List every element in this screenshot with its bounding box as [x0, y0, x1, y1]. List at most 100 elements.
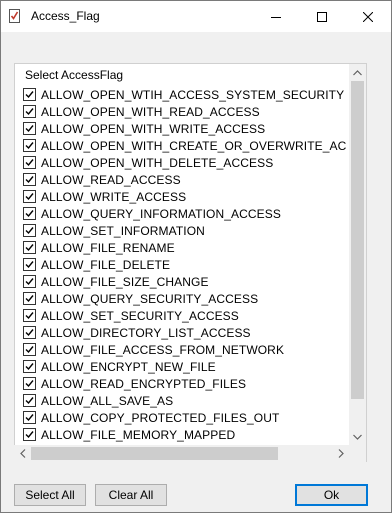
- flag-list-item[interactable]: ALLOW_FILE_SIZE_CHANGE: [21, 273, 347, 290]
- flag-checkbox[interactable]: [23, 326, 36, 339]
- flag-checkbox[interactable]: [23, 360, 36, 373]
- checkmark-icon: [25, 312, 34, 320]
- checkmark-icon: [25, 210, 34, 218]
- flag-list-item[interactable]: ALLOW_COPY_PROTECTED_FILES_OUT: [21, 409, 347, 426]
- horizontal-scroll-thumb[interactable]: [31, 447, 278, 460]
- flag-label: ALLOW_OPEN_WITH_READ_ACCESS: [41, 104, 260, 119]
- flag-list-item[interactable]: ALLOW_DIRECTORY_LIST_ACCESS: [21, 324, 347, 341]
- scroll-left-arrow[interactable]: [14, 445, 31, 462]
- title-bar[interactable]: Access_Flag: [1, 1, 391, 32]
- flag-checkbox[interactable]: [23, 156, 36, 169]
- clear-all-button[interactable]: Clear All: [95, 484, 167, 506]
- flag-list-item[interactable]: ALLOW_SET_SECURITY_ACCESS: [21, 307, 347, 324]
- flag-checkbox[interactable]: [23, 394, 36, 407]
- flag-checkbox[interactable]: [23, 139, 36, 152]
- flag-label: ALLOW_SET_INFORMATION: [41, 223, 205, 238]
- flag-list-item[interactable]: ALLOW_ALL_SAVE_AS: [21, 392, 347, 409]
- flag-list-item[interactable]: ALLOW_OPEN_WITH_READ_ACCESS: [21, 103, 347, 120]
- flag-label: ALLOW_QUERY_SECURITY_ACCESS: [41, 291, 259, 306]
- checkmark-icon: [25, 397, 34, 405]
- checkmark-icon: [25, 108, 34, 116]
- maximize-button[interactable]: [299, 1, 345, 32]
- flag-label: ALLOW_SET_SECURITY_ACCESS: [41, 308, 239, 323]
- checkmark-icon: [25, 295, 34, 303]
- checkmark-icon: [25, 278, 34, 286]
- flag-list-item[interactable]: ALLOW_SET_INFORMATION: [21, 222, 347, 239]
- flag-list-item[interactable]: ALLOW_READ_ACCESS: [21, 171, 347, 188]
- flag-checkbox[interactable]: [23, 173, 36, 186]
- flag-checkbox[interactable]: [23, 292, 36, 305]
- checkmark-icon: [25, 142, 34, 150]
- checkmark-icon: [25, 244, 34, 252]
- checkmark-icon: [25, 329, 34, 337]
- scroll-right-arrow[interactable]: [332, 445, 349, 462]
- chevron-down-icon: [353, 434, 362, 440]
- scrollbar-corner: [349, 445, 366, 462]
- flag-list-item[interactable]: ALLOW_QUERY_SECURITY_ACCESS: [21, 290, 347, 307]
- flag-label: ALLOW_READ_ACCESS: [41, 172, 181, 187]
- flag-checkbox[interactable]: [23, 224, 36, 237]
- flag-list-item[interactable]: ALLOW_OPEN_WITH_CREATE_OR_OVERWRITE_ACCE…: [21, 137, 347, 154]
- checkmark-icon: [25, 125, 34, 133]
- checkmark-icon: [25, 414, 34, 422]
- flag-list-item[interactable]: ALLOW_OPEN_WITH_WRITE_ACCESS: [21, 120, 347, 137]
- flag-checkbox[interactable]: [23, 190, 36, 203]
- flag-checkbox[interactable]: [23, 122, 36, 135]
- flag-checkbox[interactable]: [23, 343, 36, 356]
- flag-checkbox[interactable]: [23, 207, 36, 220]
- chevron-up-icon: [353, 69, 362, 75]
- flag-list-item[interactable]: ALLOW_OPEN_WITH_DELETE_ACCESS: [21, 154, 347, 171]
- flag-checkbox[interactable]: [23, 309, 36, 322]
- flag-list[interactable]: ALLOW_OPEN_WTIH_ACCESS_SYSTEM_SECURITY AL…: [21, 86, 347, 446]
- checkmark-icon: [25, 193, 34, 201]
- checkmark-icon: [25, 91, 34, 99]
- flag-label: ALLOW_OPEN_WITH_CREATE_OR_OVERWRITE_ACCE…: [41, 138, 347, 153]
- flag-label: ALLOW_ALL_SAVE_AS: [41, 393, 174, 408]
- flag-checkbox[interactable]: [23, 105, 36, 118]
- flag-list-item[interactable]: ALLOW_FILE_ACCESS_FROM_NETWORK: [21, 341, 347, 358]
- flag-label: ALLOW_FILE_SIZE_CHANGE: [41, 274, 209, 289]
- minimize-button[interactable]: [253, 1, 299, 32]
- select-all-button[interactable]: Select All: [14, 484, 86, 506]
- flag-label: ALLOW_QUERY_INFORMATION_ACCESS: [41, 206, 281, 221]
- horizontal-scrollbar[interactable]: [14, 445, 349, 462]
- checkmark-icon: [25, 431, 34, 439]
- checkmark-icon: [25, 176, 34, 184]
- flag-list-item[interactable]: ALLOW_QUERY_INFORMATION_ACCESS: [21, 205, 347, 222]
- flag-checkbox[interactable]: [23, 377, 36, 390]
- flag-list-item[interactable]: ALLOW_FILE_MEMORY_MAPPED: [21, 426, 347, 443]
- maximize-icon: [317, 11, 327, 22]
- ok-button[interactable]: Ok: [295, 484, 368, 506]
- flag-list-item[interactable]: ALLOW_FILE_DELETE: [21, 256, 347, 273]
- group-label: Select AccessFlag: [25, 68, 124, 82]
- flag-label: ALLOW_READ_ENCRYPTED_FILES: [41, 376, 247, 391]
- flag-list-item[interactable]: ALLOW_READ_ENCRYPTED_FILES: [21, 375, 347, 392]
- flag-checkbox[interactable]: [23, 241, 36, 254]
- flag-label: ALLOW_FILE_RENAME: [41, 240, 175, 255]
- flag-list-item[interactable]: ALLOW_WRITE_ACCESS: [21, 188, 347, 205]
- flag-checkbox[interactable]: [23, 258, 36, 271]
- flag-list-item[interactable]: ALLOW_OPEN_WTIH_ACCESS_SYSTEM_SECURITY: [21, 86, 347, 103]
- checkmark-icon: [25, 363, 34, 371]
- flag-checkbox[interactable]: [23, 428, 36, 441]
- chevron-left-icon: [19, 449, 25, 458]
- scroll-up-arrow[interactable]: [349, 64, 366, 81]
- minimize-icon: [271, 16, 281, 18]
- flag-list-item[interactable]: ALLOW_ENCRYPT_NEW_FILE: [21, 358, 347, 375]
- vertical-scroll-thumb[interactable]: [351, 81, 364, 399]
- scroll-down-arrow[interactable]: [349, 428, 366, 445]
- flag-checkbox[interactable]: [23, 88, 36, 101]
- checkmark-icon: [25, 380, 34, 388]
- flag-label: ALLOW_WRITE_ACCESS: [41, 189, 187, 204]
- flag-checkbox[interactable]: [23, 411, 36, 424]
- flag-label: ALLOW_ENCRYPT_NEW_FILE: [41, 359, 216, 374]
- access-flag-dialog: Access_Flag Select AccessFlag ALLOW_OPEN…: [0, 0, 392, 513]
- flag-label: ALLOW_OPEN_WTIH_ACCESS_SYSTEM_SECURITY: [41, 87, 345, 102]
- flag-label: ALLOW_FILE_DELETE: [41, 257, 171, 272]
- vertical-scrollbar[interactable]: [349, 64, 366, 445]
- flag-checkbox[interactable]: [23, 275, 36, 288]
- close-button[interactable]: [345, 1, 391, 32]
- window-title: Access_Flag: [31, 9, 100, 23]
- chevron-right-icon: [338, 449, 344, 458]
- flag-list-item[interactable]: ALLOW_FILE_RENAME: [21, 239, 347, 256]
